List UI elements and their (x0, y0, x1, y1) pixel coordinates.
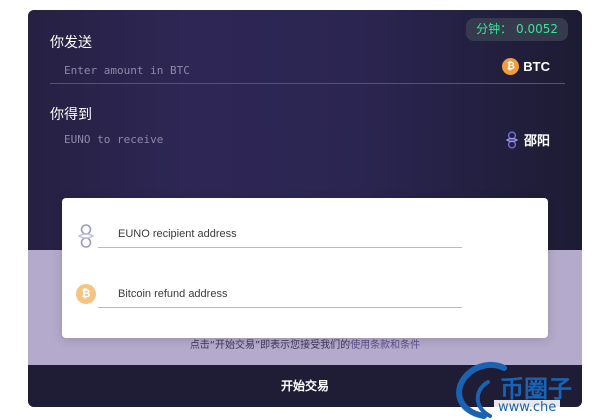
send-currency-code: BTC (523, 59, 550, 74)
rate-badge: 分钟： 0.0052 (466, 18, 568, 41)
terms-link[interactable]: 使用条款和条件 (350, 340, 420, 351)
rate-value: 0.0052 (516, 22, 558, 36)
receive-label: 你得到 (50, 107, 92, 123)
send-input-underline (50, 83, 565, 84)
watermark-text: 币圈子 (500, 375, 572, 403)
refund-address-input[interactable] (98, 280, 462, 308)
bitcoin-icon: ₿ (502, 58, 520, 75)
watermark-url: www.che (494, 400, 561, 416)
receive-amount-input[interactable] (50, 125, 565, 153)
terms-notice: 点击“开始交易”即表示您接受我们的使用条款和条件 (28, 336, 582, 351)
recipient-address-input[interactable] (98, 220, 462, 248)
bitcoin-icon: ₿ (76, 284, 96, 304)
send-amount-input[interactable] (50, 56, 565, 84)
euno-icon (505, 130, 519, 149)
rate-label: 分钟 (476, 22, 501, 36)
receive-currency-code: 邵阳 (523, 133, 550, 148)
send-label: 你发送 (50, 35, 92, 51)
receive-currency-selector[interactable]: 邵阳 (504, 130, 550, 149)
refund-address-row: ₿ (62, 278, 548, 318)
send-currency-selector[interactable]: ₿ BTC (502, 58, 550, 75)
recipient-address-row (62, 218, 548, 258)
terms-prefix: 点击“开始交易”即表示您接受我们的 (189, 340, 351, 351)
address-panel: ₿ (62, 198, 548, 338)
euno-icon (77, 224, 95, 248)
